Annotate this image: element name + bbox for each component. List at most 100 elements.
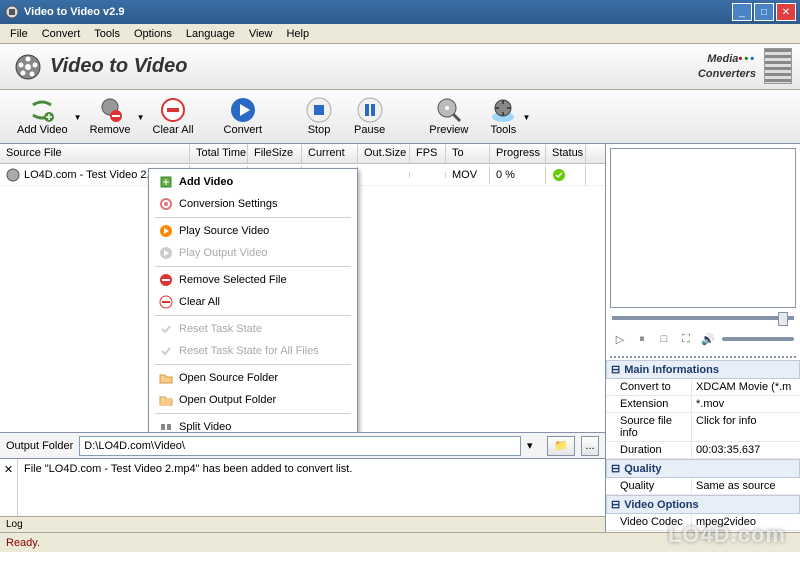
collapse-icon[interactable]: ⊟ [611,462,620,475]
more-button[interactable]: ... [581,436,599,456]
cell-status [546,165,586,185]
clear-icon [159,295,173,309]
menu-view[interactable]: View [243,26,279,42]
section-main-info[interactable]: ⊟Main Informations [606,360,800,379]
check-icon [159,322,173,336]
gear-icon [159,197,173,211]
prop-duration[interactable]: 00:03:35.637 [692,442,800,458]
convert-icon [230,97,256,123]
properties-panel[interactable]: ⊟Main Informations Convert toXDCAM Movie… [606,360,800,532]
tools-icon [490,97,516,123]
ctx-play-source[interactable]: Play Source Video [151,220,355,242]
section-quality[interactable]: ⊟Quality [606,459,800,478]
prop-video-codec[interactable]: mpeg2video [692,514,800,530]
window-title: Video to Video v2.9 [24,6,732,18]
ctx-play-output: Play Output Video [151,242,355,264]
ctx-open-source-folder[interactable]: Open Source Folder [151,367,355,389]
log-text: File "LO4D.com - Test Video 2.mp4" has b… [18,459,605,516]
chevron-down-icon[interactable]: ▼ [522,113,530,122]
app-header: Video to Video Media••• Converters [0,44,800,90]
clear-all-button[interactable]: Clear All [142,94,205,139]
convert-button[interactable]: Convert [213,94,274,139]
fullscreen-button[interactable]: ⛶ [678,331,694,347]
col-to[interactable]: To [446,144,490,163]
ctx-split-video[interactable]: Split Video [151,416,355,432]
clear-icon [160,97,186,123]
collapse-icon[interactable]: ⊟ [611,498,620,511]
log-tab[interactable]: Log [6,519,23,530]
ctx-remove-selected[interactable]: Remove Selected File [151,269,355,291]
prop-convert-to[interactable]: XDCAM Movie (*.m [692,379,800,395]
menu-language[interactable]: Language [180,26,241,42]
grid-header: Source File Total Time FileSize Current … [0,144,605,164]
menu-help[interactable]: Help [280,26,315,42]
stop-icon [306,97,332,123]
output-folder-row: Output Folder ▾ 📁 ... [0,432,605,458]
prop-extension[interactable]: *.mov [692,396,800,412]
preview-button[interactable]: Preview [418,94,479,139]
cell-progress: 0 % [490,166,546,184]
app-name: Video to Video [50,55,187,78]
prop-source-info[interactable]: Click for info [692,413,800,441]
menu-file[interactable]: File [4,26,34,42]
col-current[interactable]: Current [302,144,358,163]
cell-to: MOV [446,166,490,184]
add-video-button[interactable]: Add Video ▼ [6,94,79,139]
seek-bar[interactable] [606,312,800,324]
pause-button[interactable]: Pause [343,94,396,139]
col-total-time[interactable]: Total Time [190,144,248,163]
stop-button[interactable]: □ [656,331,672,347]
col-filesize[interactable]: FileSize [248,144,302,163]
remove-button[interactable]: Remove ▼ [79,94,142,139]
video-file-icon [6,168,20,182]
preview-icon [436,97,462,123]
output-folder-label: Output Folder [6,440,73,452]
browse-folder-button[interactable]: 📁 [547,436,575,456]
ctx-reset-task: Reset Task State [151,318,355,340]
col-outsize[interactable]: Out.Size [358,144,410,163]
close-log-button[interactable]: ✕ [0,459,18,516]
side-panel: ▷ ⏸ □ ⛶ 🔊 ⊟Main Informations Convert toX… [606,144,800,532]
close-button[interactable]: ✕ [776,3,796,21]
filmstrip-icon [764,48,792,84]
col-fps[interactable]: FPS [410,144,446,163]
menu-options[interactable]: Options [128,26,178,42]
ctx-open-output-folder[interactable]: Open Output Folder [151,389,355,411]
collapse-icon[interactable]: ⊟ [611,363,620,376]
volume-icon[interactable]: 🔊 [700,331,716,347]
menu-tools[interactable]: Tools [88,26,126,42]
app-icon [4,4,20,20]
log-panel: ✕ File "LO4D.com - Test Video 2.mp4" has… [0,458,605,516]
chevron-down-icon[interactable]: ▾ [527,439,541,452]
volume-slider[interactable] [722,337,794,341]
maximize-button[interactable]: □ [754,3,774,21]
play-button[interactable]: ▷ [612,331,628,347]
pause-icon [357,97,383,123]
col-progress[interactable]: Progress [490,144,546,163]
grid-body[interactable]: LO4D.com - Test Video 2.mp4 00:03:35 1.2… [0,164,605,432]
preview-area [610,148,796,308]
col-status[interactable]: Status [546,144,586,163]
ctx-conversion-settings[interactable]: Conversion Settings [151,193,355,215]
ctx-add-video[interactable]: Add Video [151,171,355,193]
stop-button[interactable]: Stop [295,94,343,139]
minimize-button[interactable]: _ [732,3,752,21]
tools-button[interactable]: Tools ▼ [479,94,527,139]
prop-quality[interactable]: Same as source [692,478,800,494]
menu-convert[interactable]: Convert [36,26,87,42]
remove-icon [159,273,173,287]
output-folder-input[interactable] [79,436,521,456]
context-menu: Add Video Conversion Settings Play Sourc… [148,168,358,432]
ctx-clear-all[interactable]: Clear All [151,291,355,313]
split-icon [159,420,173,432]
col-source-file[interactable]: Source File [0,144,190,163]
add-icon [29,97,55,123]
folder-open-icon [159,393,173,407]
media-converters-badge: Media••• Converters [698,50,756,80]
check-icon [159,344,173,358]
title-bar: Video to Video v2.9 _ □ ✕ [0,0,800,24]
pause-button[interactable]: ⏸ [634,331,650,347]
add-icon [159,175,173,189]
section-video-options[interactable]: ⊟Video Options [606,495,800,514]
prop-video-size[interactable]: 1920x1080 [692,531,800,532]
